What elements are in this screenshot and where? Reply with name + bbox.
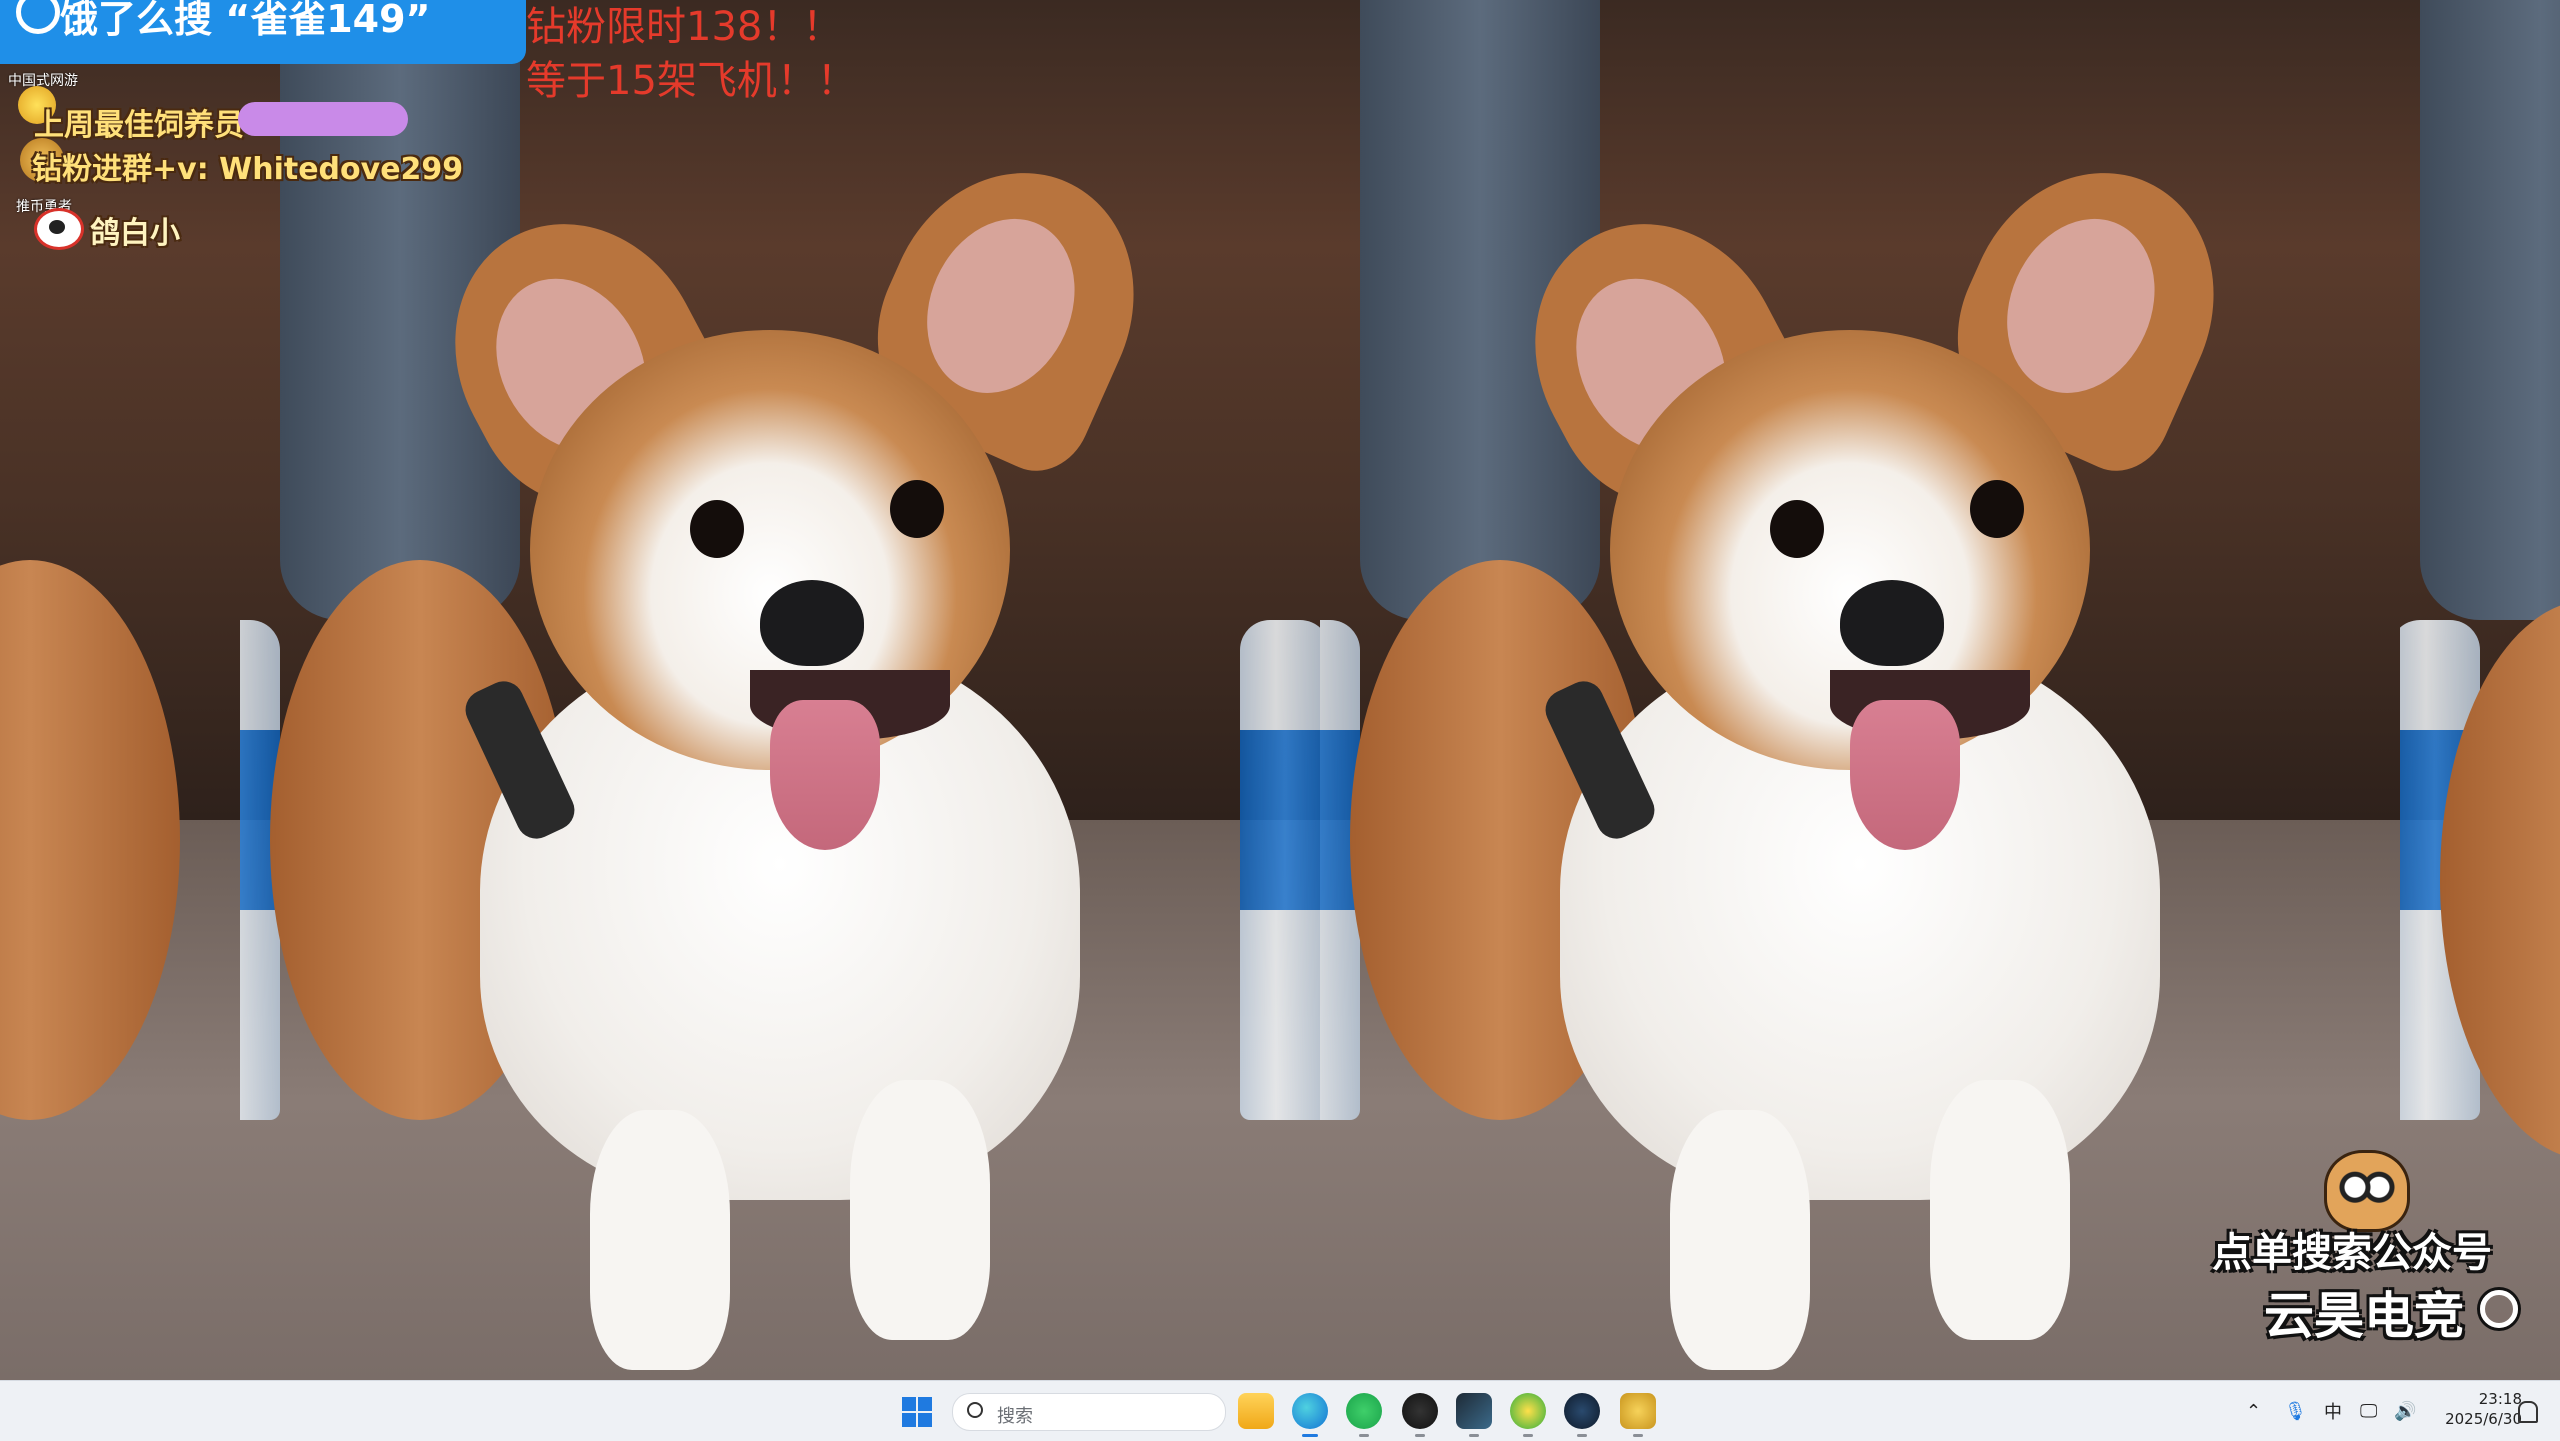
steam-icon[interactable] bbox=[1564, 1393, 1600, 1437]
microphone-icon[interactable]: 🎙 bbox=[2284, 1381, 2307, 1441]
show-hidden-icons-chevron-icon[interactable]: ⌃ bbox=[2246, 1381, 2261, 1441]
corgi-photo-left bbox=[240, 0, 1320, 1380]
promo-text: 钻粉限时138！！ 等于15架飞机！！ bbox=[526, 0, 857, 108]
search-icon bbox=[2480, 1290, 2518, 1328]
ad-banner-text: 饿了么搜 “雀雀149” bbox=[60, 0, 431, 41]
terminal-icon[interactable] bbox=[1456, 1393, 1492, 1437]
xbox-icon[interactable] bbox=[1510, 1393, 1546, 1437]
notification-bell-icon[interactable] bbox=[2518, 1401, 2538, 1423]
weibo-icon bbox=[34, 208, 84, 250]
ad-banner[interactable]: 饿了么搜 “雀雀149” bbox=[0, 0, 526, 64]
member-name-pill bbox=[238, 102, 408, 136]
ime-indicator[interactable]: 中 bbox=[2324, 1381, 2342, 1441]
best-member-label: 上周最佳饲养员 bbox=[34, 108, 244, 143]
promo-line-2: 等于15架飞机！！ bbox=[526, 58, 857, 104]
netease-music-icon[interactable] bbox=[1402, 1393, 1438, 1437]
owl-app-icon[interactable] bbox=[1620, 1393, 1656, 1437]
search-placeholder: 搜索 bbox=[997, 1406, 1033, 1427]
network-icon[interactable]: 🖵 bbox=[2360, 1381, 2377, 1441]
watermark-line-2: 云昊电竞 bbox=[2264, 1287, 2464, 1345]
file-explorer-icon[interactable] bbox=[1238, 1393, 1274, 1429]
taskbar: 搜索 ⌃ 🎙 中 🖵 🔊 23:18 2025/6/30 bbox=[0, 1380, 2560, 1441]
photo-panel-right-edge bbox=[2400, 0, 2560, 1380]
edge-icon[interactable] bbox=[1292, 1393, 1328, 1437]
wechat-icon[interactable] bbox=[1346, 1393, 1382, 1437]
diamond-join-label: 钻粉进群+v: Whitedove299 bbox=[32, 152, 464, 187]
weibo-name: 鸽白小 bbox=[90, 216, 180, 251]
clock-date: 2025/6/30 bbox=[2445, 1410, 2522, 1428]
watermark-line-1: 点单搜索公众号 bbox=[2212, 1230, 2492, 1276]
promo-line-1: 钻粉限时138！！ bbox=[526, 4, 843, 50]
ad-logo-icon bbox=[16, 0, 60, 34]
start-button[interactable] bbox=[902, 1397, 932, 1427]
search-icon bbox=[967, 1402, 983, 1418]
taskbar-search-box[interactable]: 搜索 bbox=[952, 1393, 1226, 1431]
clock-time: 23:18 bbox=[2478, 1390, 2522, 1408]
corgi-photo-right bbox=[1320, 0, 2400, 1380]
clock[interactable]: 23:18 2025/6/30 bbox=[2432, 1389, 2522, 1429]
volume-icon[interactable]: 🔊 bbox=[2394, 1381, 2416, 1441]
